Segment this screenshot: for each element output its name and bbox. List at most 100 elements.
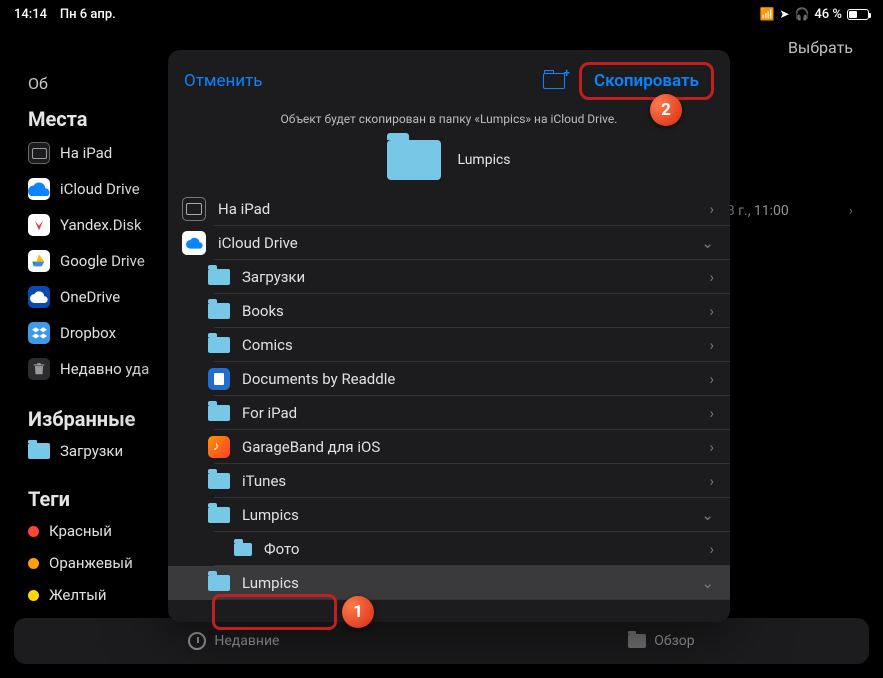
trash-icon (28, 358, 50, 380)
chevron-right-icon: › (709, 540, 714, 558)
row-label: iCloud Drive (218, 234, 701, 252)
tab-browse[interactable]: Обзор (628, 633, 694, 649)
tab-recent[interactable]: Недавние (188, 632, 279, 650)
tree-row-icloud[interactable]: iCloud Drive⌄ (168, 226, 730, 260)
tag-dot-orange (28, 558, 39, 569)
row-label: Books (242, 302, 709, 320)
row-label: Фото (264, 540, 709, 558)
destination-display: Lumpics (168, 140, 730, 180)
sidebar-item-label: Оранжевый (49, 554, 133, 572)
headphones-icon: 🎧 (794, 7, 809, 21)
tree-row-itunes[interactable]: iTunes› (168, 464, 730, 498)
folder-icon (208, 473, 230, 489)
select-button[interactable]: Выбрать (788, 38, 853, 57)
tab-label: Недавние (214, 633, 279, 649)
bottom-tab-bar: Недавние Обзор (14, 618, 869, 664)
tree-row-garageband[interactable]: GarageBand для iOS› (168, 430, 730, 464)
gdrive-icon (28, 250, 50, 272)
modal-header: Отменить Скопировать (168, 50, 730, 108)
chevron-right-icon: › (709, 438, 714, 456)
chevron-right-icon: › (709, 200, 714, 218)
yandex-icon (28, 214, 50, 236)
chevron-right-icon: › (709, 302, 714, 320)
callout-badge-1: 1 (342, 596, 374, 628)
status-date: Пн 6 апр. (60, 7, 116, 22)
sidebar-item-label: На iPad (60, 144, 112, 162)
status-bar: 14:14 Пн 6 апр. 📶 ➤ 🎧 46 % (0, 0, 883, 26)
tag-dot-red (28, 526, 39, 537)
row-label: Lumpics (242, 506, 701, 524)
dropbox-icon (28, 322, 50, 344)
tree-row-lumpics[interactable]: Lumpics⌄ (168, 498, 730, 532)
chevron-right-icon: › (709, 472, 714, 490)
sidebar-item-label: iCloud Drive (60, 180, 140, 198)
sidebar-item-label: Недавно уда (60, 360, 149, 378)
status-right: 📶 ➤ 🎧 46 % (759, 7, 869, 22)
folder-icon (208, 337, 230, 353)
folder-icon (234, 543, 252, 556)
sidebar-item-label: Загрузки (60, 442, 123, 460)
status-time: 14:14 (14, 7, 47, 22)
folder-icon (208, 575, 230, 591)
copy-button[interactable]: Скопировать (579, 62, 714, 100)
tree-row-books[interactable]: Books› (168, 294, 730, 328)
ipad-icon (182, 197, 206, 221)
folder-icon (628, 634, 646, 648)
tree-row-lumpics-selected[interactable]: Lumpics⌄ (168, 566, 730, 600)
ipad-icon (28, 142, 50, 164)
row-label: Documents by Readdle (242, 370, 709, 388)
sidebar-item-label: Yandex.Disk (60, 216, 142, 234)
sidebar-item-label: Dropbox (60, 324, 116, 342)
destination-label: Lumpics (457, 152, 510, 168)
documents-icon (208, 368, 230, 390)
row-label: Загрузки (242, 268, 709, 286)
chevron-right-icon: › (849, 203, 853, 219)
location-icon: ➤ (779, 7, 789, 21)
cancel-button[interactable]: Отменить (184, 71, 263, 91)
folder-icon (28, 443, 50, 459)
tree-row-comics[interactable]: Comics› (168, 328, 730, 362)
battery-icon (847, 9, 869, 20)
status-left: 14:14 Пн 6 апр. (14, 7, 116, 22)
folder-tree: На iPad› iCloud Drive⌄ Загрузки› Books› … (168, 192, 730, 600)
tag-dot-yellow (28, 590, 39, 601)
chevron-down-icon: ⌄ (701, 574, 714, 592)
clock-icon (188, 632, 206, 650)
callout-badge-2: 2 (650, 94, 682, 126)
modal-header-right: Скопировать (543, 62, 714, 100)
row-label: For iPad (242, 404, 709, 422)
tree-row-documents[interactable]: Documents by Readdle› (168, 362, 730, 396)
folder-icon (387, 140, 441, 180)
cloud-icon (28, 178, 50, 200)
sidebar-item-label: OneDrive (60, 288, 120, 306)
sidebar-item-label: Google Drive (60, 252, 145, 270)
onedrive-icon (28, 286, 50, 308)
folder-icon (208, 303, 230, 319)
chevron-down-icon: ⌄ (701, 506, 714, 524)
wifi-icon: 📶 (759, 7, 774, 21)
row-label: Lumpics (242, 574, 701, 592)
chevron-right-icon: › (709, 404, 714, 422)
row-label: Comics (242, 336, 709, 354)
tab-label: Обзор (654, 633, 694, 649)
chevron-right-icon: › (709, 268, 714, 286)
tree-row-foripad[interactable]: For iPad› (168, 396, 730, 430)
new-folder-icon[interactable] (543, 73, 565, 89)
chevron-right-icon: › (709, 370, 714, 388)
garageband-icon (208, 436, 230, 458)
sidebar-item-label: Красный (49, 522, 112, 540)
chevron-down-icon: ⌄ (701, 234, 714, 252)
copy-modal: Отменить Скопировать Объект будет скопир… (168, 50, 730, 622)
row-label: iTunes (242, 472, 709, 490)
chevron-right-icon: › (709, 336, 714, 354)
battery-pct: 46 % (814, 7, 842, 22)
folder-icon (208, 269, 230, 285)
row-label: На iPad (218, 200, 709, 218)
modal-subtitle: Объект будет скопирован в папку «Lumpics… (168, 108, 730, 136)
tree-row-downloads[interactable]: Загрузки› (168, 260, 730, 294)
folder-icon (208, 405, 230, 421)
tree-row-photo[interactable]: Фото› (168, 532, 730, 566)
folder-icon (208, 507, 230, 523)
cloud-icon (182, 231, 206, 255)
tree-row-on-ipad[interactable]: На iPad› (168, 192, 730, 226)
